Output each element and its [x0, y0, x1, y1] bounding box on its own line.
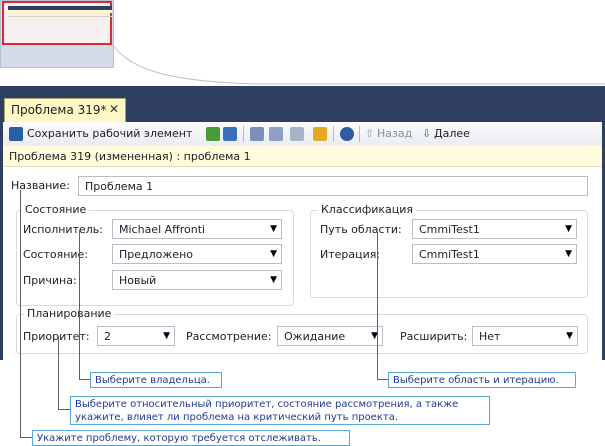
chevron-down-icon[interactable]: ▼: [163, 331, 170, 341]
iteration-label: Итерация:: [320, 248, 381, 261]
callout-priority: Выберите относительный приоритет, состоя…: [70, 396, 490, 425]
title-input[interactable]: Проблема 1: [78, 176, 588, 196]
assigned-to-dropdown[interactable]: Michael Affronti ▼: [112, 219, 282, 239]
chevron-down-icon[interactable]: ▼: [565, 249, 572, 259]
chevron-down-icon[interactable]: ▼: [270, 249, 277, 259]
state-dropdown[interactable]: Предложено ▼: [112, 244, 282, 264]
toolbar-separator: [243, 126, 244, 142]
callout-area: Выберите область и итерацию.: [388, 372, 576, 388]
down-arrow-icon: ⇩: [422, 127, 432, 140]
iteration-dropdown[interactable]: CmmiTest1 ▼: [412, 244, 577, 264]
attachment-icon[interactable]: [290, 127, 304, 141]
new-linked-item-icon[interactable]: [250, 127, 264, 141]
reason-value: Новый: [119, 274, 157, 287]
save-icon[interactable]: [9, 127, 23, 141]
triage-dropdown[interactable]: Ожидание ▼: [277, 326, 383, 346]
area-path-value: CmmiTest1: [419, 223, 480, 236]
next-button[interactable]: Далее: [434, 127, 470, 140]
help-icon[interactable]: [340, 127, 354, 141]
iteration-value: CmmiTest1: [419, 248, 480, 261]
callout-owner: Выберите владельца.: [90, 372, 222, 388]
leader-line-area: [377, 232, 378, 380]
leader-line-issue-h: [20, 437, 32, 438]
email-icon[interactable]: [313, 127, 327, 141]
leader-line-priority: [58, 336, 59, 410]
reason-dropdown[interactable]: Новый ▼: [112, 270, 282, 290]
planning-group-title: Планирование: [24, 307, 115, 320]
area-path-dropdown[interactable]: CmmiTest1 ▼: [412, 219, 577, 239]
priority-dropdown[interactable]: 2 ▼: [97, 326, 175, 346]
chevron-down-icon[interactable]: ▼: [270, 224, 277, 234]
chevron-down-icon[interactable]: ▼: [565, 224, 572, 234]
area-path-label: Путь области:: [320, 223, 402, 236]
escalate-value: Нет: [479, 330, 501, 343]
toolbar: Сохранить рабочий элемент ⇧ Назад ⇩ Дале…: [3, 122, 602, 147]
toolbar-separator: [333, 126, 334, 142]
classification-group-title: Классификация: [318, 203, 417, 216]
priority-value: 2: [104, 330, 111, 343]
undo-icon[interactable]: [223, 127, 237, 141]
reason-label: Причина:: [23, 274, 77, 287]
info-bar-text: Проблема 319 (измененная) : проблема 1: [9, 150, 251, 163]
triage-value: Ожидание: [284, 330, 346, 343]
title-value: Проблема 1: [85, 180, 154, 193]
assigned-to-value: Michael Affronti: [119, 223, 206, 236]
state-value: Предложено: [119, 248, 193, 261]
chevron-down-icon[interactable]: ▼: [566, 331, 573, 341]
tab-title: Проблема 319*: [11, 103, 107, 117]
up-arrow-icon: ⇧: [365, 127, 375, 140]
info-bar: Проблема 319 (измененная) : проблема 1: [3, 146, 602, 167]
toolbar-separator: [359, 126, 360, 142]
save-button[interactable]: Сохранить рабочий элемент: [27, 127, 192, 140]
leader-line-owner: [79, 230, 80, 380]
tab-issue-319[interactable]: Проблема 319* ✕: [4, 98, 126, 122]
refresh-icon[interactable]: [206, 127, 220, 141]
triage-label: Рассмотрение:: [186, 330, 272, 343]
back-button[interactable]: Назад: [377, 127, 412, 140]
leader-line-priority-h: [58, 409, 70, 410]
zoom-connector: [111, 43, 605, 85]
chevron-down-icon[interactable]: ▼: [270, 275, 277, 285]
copy-icon[interactable]: [269, 127, 283, 141]
escalate-dropdown[interactable]: Нет ▼: [472, 326, 578, 346]
callout-issue: Укажите проблему, которую требуется отсл…: [32, 430, 350, 446]
escalate-label: Расширить:: [400, 330, 468, 343]
close-icon[interactable]: ✕: [109, 102, 119, 116]
status-group-title: Состояние: [22, 203, 90, 216]
leader-line-issue: [20, 190, 21, 438]
assigned-to-label: Исполнитель:: [23, 223, 103, 236]
